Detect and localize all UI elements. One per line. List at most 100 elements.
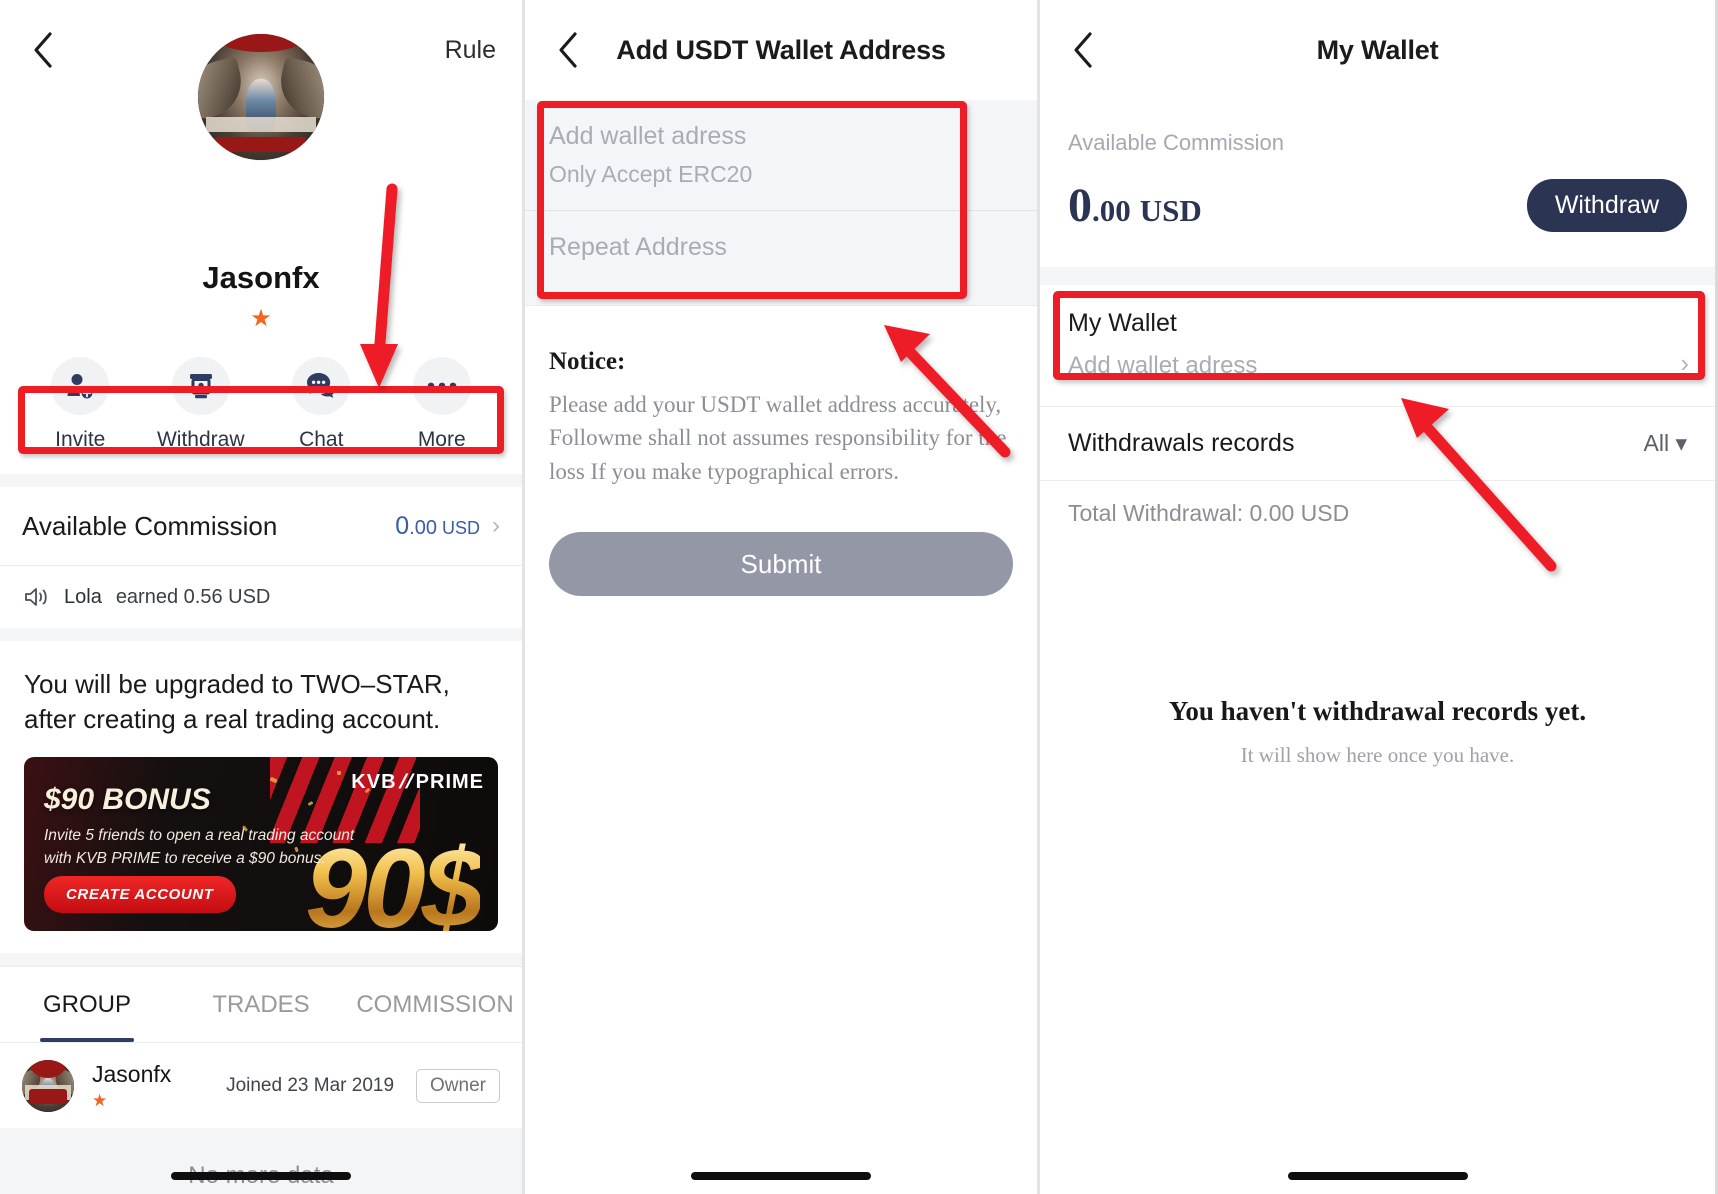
promo-banner[interactable]: 90$ KVB//PRIME $90 BONUS Invite 5 friend… bbox=[24, 757, 498, 932]
broadcast-ticker: Lola earned 0.56 USD bbox=[0, 566, 522, 628]
panel-add-usdt-wallet: Add USDT Wallet Address Add wallet adres… bbox=[525, 0, 1040, 1194]
my-wallet-row[interactable]: My Wallet Add wallet adress › bbox=[1040, 285, 1715, 406]
my-wallet-navbar: My Wallet bbox=[1040, 0, 1715, 100]
logo-kvb: KVB bbox=[351, 771, 397, 794]
submit-wrap: Submit bbox=[525, 488, 1037, 597]
banner-headline: $90 BONUS bbox=[44, 783, 211, 817]
available-commission-label: Available Commission bbox=[1068, 130, 1285, 155]
action-invite-label: Invite bbox=[55, 428, 106, 451]
tab-bar: GROUP TRADES COMMISSION bbox=[0, 966, 522, 1043]
available-commission-row[interactable]: Available Commission 0 .00 USD › bbox=[0, 487, 522, 565]
member-name: Jasonfx bbox=[92, 1060, 172, 1087]
notice-body: Please add your USDT wallet address accu… bbox=[549, 392, 1007, 484]
chevron-right-icon: › bbox=[1680, 347, 1689, 378]
commission-value-dec: .00 bbox=[409, 516, 437, 539]
tab-group[interactable]: GROUP bbox=[0, 967, 174, 1043]
add-usdt-navbar: Add USDT Wallet Address bbox=[525, 0, 1037, 100]
banner-subtext: Invite 5 friends to open a real trading … bbox=[44, 827, 355, 867]
upgrade-notice: You will be upgraded to TWO–STAR, after … bbox=[24, 669, 450, 735]
broadcast-user: Lola bbox=[64, 586, 102, 609]
wallet-amount-row: 0 .00 USD Withdraw bbox=[1068, 178, 1687, 233]
chevron-right-icon: › bbox=[492, 512, 500, 539]
empty-state: You haven't withdrawal records yet. It w… bbox=[1040, 696, 1715, 768]
rule-link[interactable]: Rule bbox=[445, 36, 496, 65]
my-wallet-row-title: My Wallet bbox=[1068, 309, 1177, 337]
avatar bbox=[198, 34, 324, 160]
withdrawals-records-label: Withdrawals records bbox=[1068, 429, 1295, 457]
tab-trades[interactable]: TRADES bbox=[174, 967, 348, 1042]
back-button[interactable] bbox=[20, 27, 66, 73]
withdraw-button[interactable]: Withdraw bbox=[1526, 179, 1687, 232]
chat-bubbles-icon bbox=[307, 373, 336, 398]
star-rank: ★ bbox=[250, 305, 272, 332]
logo-slash: // bbox=[396, 771, 417, 794]
action-chat-label: Chat bbox=[299, 428, 344, 451]
wallet-address-field[interactable]: Add wallet adress Only Accept ERC20 bbox=[525, 100, 1037, 210]
amount-dec: .00 bbox=[1092, 193, 1131, 228]
page-title: Jasonfx bbox=[202, 260, 320, 295]
invite-icon-circle bbox=[51, 357, 110, 415]
star-icon: ★ bbox=[92, 1090, 108, 1110]
amount-int: 0 bbox=[1068, 179, 1092, 232]
kvb-prime-logo: KVB//PRIME bbox=[351, 771, 484, 794]
section-divider-3 bbox=[0, 953, 522, 967]
wallet-address-fields: Add wallet adress Only Accept ERC20 Repe… bbox=[525, 100, 1037, 305]
wallet-summary: Available Commission 0 .00 USD Withdraw bbox=[1040, 100, 1715, 267]
panel-profile: Rule Jasonfx ★ Invite Withdraw Chat More… bbox=[0, 0, 525, 1194]
tab-commission[interactable]: COMMISSION bbox=[348, 967, 522, 1042]
back-button[interactable] bbox=[545, 27, 591, 73]
member-info: Jasonfx ★ bbox=[92, 1061, 171, 1111]
action-withdraw[interactable]: Withdraw bbox=[156, 357, 245, 452]
screenshot-root: Rule Jasonfx ★ Invite Withdraw Chat More… bbox=[0, 0, 1718, 1194]
promo-banner-wrap: 90$ KVB//PRIME $90 BONUS Invite 5 friend… bbox=[0, 745, 522, 953]
commission-currency: USD bbox=[441, 517, 480, 538]
commission-value-int: 0 bbox=[395, 511, 410, 540]
wallet-amount: 0 .00 USD bbox=[1068, 178, 1202, 233]
action-more[interactable]: More bbox=[399, 357, 485, 452]
chevron-left-icon bbox=[34, 32, 52, 68]
repeat-address-field[interactable]: Repeat Address bbox=[525, 211, 1037, 305]
chevron-left-icon bbox=[1074, 32, 1092, 68]
section-divider bbox=[0, 474, 522, 487]
chat-icon-circle bbox=[292, 357, 351, 415]
withdraw-atm-icon bbox=[189, 374, 212, 399]
empty-state-subtitle: It will show here once you have. bbox=[1240, 743, 1515, 767]
speaker-icon bbox=[24, 586, 50, 608]
avatar bbox=[22, 1059, 74, 1112]
logo-prime: PRIME bbox=[415, 771, 484, 794]
repeat-address-placeholder: Repeat Address bbox=[549, 233, 727, 261]
page-title: Add USDT Wallet Address bbox=[616, 34, 946, 65]
member-joined-date: Joined 23 Mar 2019 bbox=[226, 1074, 395, 1096]
page-title: My Wallet bbox=[1316, 34, 1439, 65]
broadcast-username: Lola bbox=[64, 585, 102, 608]
records-filter-dropdown[interactable]: All ▾ bbox=[1644, 430, 1688, 457]
home-indicator bbox=[1287, 1172, 1468, 1180]
total-withdrawal-row: Total Withdrawal: 0.00 USD bbox=[1040, 480, 1715, 546]
broadcast-message: earned 0.56 USD bbox=[115, 585, 271, 608]
panel-my-wallet: My Wallet Available Commission 0 .00 USD… bbox=[1040, 0, 1715, 1194]
section-divider bbox=[1040, 267, 1715, 285]
home-indicator bbox=[691, 1172, 871, 1180]
my-wallet-row-subtitle: Add wallet adress bbox=[1068, 352, 1258, 379]
action-invite[interactable]: Invite bbox=[37, 357, 123, 452]
star-icon: ★ bbox=[250, 305, 272, 332]
section-divider-2 bbox=[0, 628, 522, 641]
action-chat[interactable]: Chat bbox=[278, 357, 364, 452]
chevron-left-icon bbox=[559, 32, 577, 68]
empty-state-title: You haven't withdrawal records yet. bbox=[1168, 696, 1587, 726]
available-commission-label: Available Commission bbox=[22, 510, 278, 541]
action-withdraw-label: Withdraw bbox=[156, 428, 245, 451]
no-more-data-footer: No more data bbox=[0, 1128, 522, 1194]
create-account-button[interactable]: CREATE ACCOUNT bbox=[44, 876, 236, 914]
withdrawals-records-header: Withdrawals records All ▾ bbox=[1040, 406, 1715, 480]
more-icon-circle bbox=[412, 357, 471, 415]
available-commission-value: 0 .00 USD bbox=[395, 512, 480, 541]
home-indicator bbox=[171, 1172, 351, 1180]
list-item[interactable]: Jasonfx ★ Joined 23 Mar 2019 Owner bbox=[0, 1042, 522, 1129]
action-more-label: More bbox=[417, 428, 466, 451]
back-button[interactable] bbox=[1060, 27, 1106, 73]
notice-section: Notice: Please add your USDT wallet addr… bbox=[525, 306, 1037, 488]
action-bar: Invite Withdraw Chat More bbox=[0, 357, 522, 474]
add-user-icon bbox=[67, 374, 95, 401]
submit-button[interactable]: Submit bbox=[549, 532, 1013, 597]
